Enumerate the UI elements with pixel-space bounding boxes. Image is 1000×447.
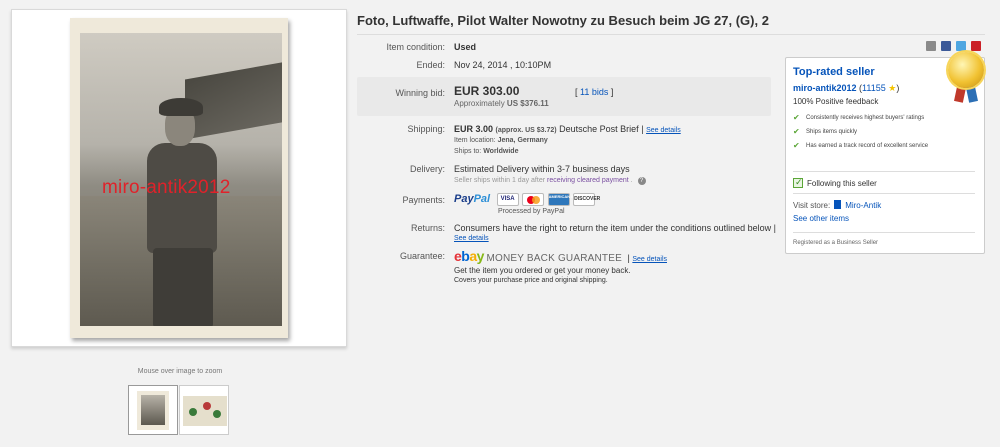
delivery-note: Seller ships within 1 day after receivin… [454,177,646,185]
seller-divider [793,171,975,172]
ships-to: Ships to: Worldwide [454,148,518,155]
guarantee-separator: | [627,253,630,263]
discover-icon: DISCOVER [573,193,600,207]
shipping-service: Deutsche Post Brief [559,124,639,134]
shipping-line: EUR 3.00 (approx. US $3.72) Deutsche Pos… [454,124,681,134]
seller-divider [793,232,975,233]
seller-bullet: ✔ Consistently receives highest buyers' r… [793,113,925,122]
winning-bid-box: Winning bid: EUR 303.00 Approximately US… [357,77,771,116]
positive-feedback: 100% Positive feedback [793,97,879,106]
delivery-note-suffix: . [630,177,633,184]
ended-label: Ended: [416,60,445,70]
approx-prefix: Approximately [454,99,505,108]
visa-icon: VISA [496,193,519,207]
guarantee-see-details-link[interactable]: See details [632,256,667,263]
delivery-estimate: Estimated Delivery within 3-7 business d… [454,164,630,174]
see-other-items-link[interactable]: See other items [793,214,849,223]
store-link[interactable]: Miro-Antik [845,201,881,210]
guarantee-label: Guarantee: [399,251,445,261]
zoom-hint: Mouse over image to zoom [137,368,223,375]
seller-bullet: ✔ Has earned a track record of excellent … [793,141,929,150]
help-icon[interactable]: ? [637,177,646,185]
shipping-see-details-link[interactable]: See details [646,127,681,134]
ships-to-label: Ships to: [454,148,482,155]
follow-label: Following this seller [807,179,877,188]
paypal-logo: PayPal [454,193,491,205]
paypal-processed: Processed by PayPal [498,208,565,215]
seller-bullets: ✔ Consistently receives highest buyers' r… [793,114,978,156]
top-rated-badge-icon [946,52,986,108]
soldier-figure [135,88,230,326]
condition-value: Used [454,42,477,52]
bid-history-link[interactable]: 11 bids [580,87,608,97]
winning-bid-label: Winning bid: [395,88,445,98]
approx-price: Approximately US $376.11 [454,99,549,108]
item-location-label: Item location: [454,137,496,144]
winning-bid-amount: EUR 303.00 [454,84,520,98]
shipping-label: Shipping: [407,124,445,134]
seller-name-line: miro-antik2012 (11155 ★) [793,83,899,94]
seller-username-link[interactable]: miro-antik2012 [793,83,857,93]
ebay-logo: ebay [454,248,484,264]
guarantee-line1: Get the item you ordered or get your mon… [454,266,631,275]
title-divider [357,34,985,35]
returns-label: Returns: [410,223,445,233]
bid-count-open: [ [575,87,578,97]
returns-see-details-link[interactable]: See details [454,235,489,242]
main-image-frame[interactable]: miro-antik2012 [11,9,347,347]
check-icon: ✔ [793,127,800,136]
item-location: Item location: Jena, Germany [454,137,548,144]
item-location-value: Jena, Germany [497,137,548,144]
feedback-close: ) [896,83,900,93]
seller-panel: Top-rated seller miro-antik2012 (11155 ★… [785,52,985,254]
check-icon: ✔ [793,113,800,122]
business-seller-note: Registered as a Business Seller [793,240,879,246]
guarantee-line2: Covers your purchase price and original … [454,277,608,284]
delivery-label: Delivery: [409,164,445,174]
bid-count-close: ] [610,87,614,97]
ships-to-value: Worldwide [483,148,519,155]
seller-bullet: ✔ Ships items quickly [793,127,858,136]
cleared-payment-link[interactable]: receiving cleared payment [547,177,629,184]
shipping-cost: EUR 3.00 [454,124,494,134]
follow-checkbox-icon[interactable] [793,177,803,188]
money-back-guarantee: MONEY BACK GUARANTEE [486,253,622,264]
pinterest-share-icon[interactable] [971,41,981,51]
check-icon: ✔ [793,141,800,150]
visit-store-label: Visit store: [793,201,831,210]
thumbnail-photo [183,396,227,426]
thumbnail-2[interactable] [179,385,229,435]
image-watermark: miro-antik2012 [102,177,231,198]
mastercard-icon [522,193,545,207]
top-rated-heading: Top-rated seller [793,66,875,78]
amex-icon: AMERICAN EXPRESS [547,193,590,207]
figure-cap [159,98,203,116]
figure-legs [153,248,213,326]
condition-label: Item condition: [386,42,445,52]
facebook-share-icon[interactable] [941,41,951,51]
seller-divider [793,193,975,194]
payment-methods: PayPal VISA AMERICAN EXPRESS DISCOVER [454,193,600,207]
payments-label: Payments: [402,195,445,205]
listing-title: Foto, Luftwaffe, Pilot Walter Nowotny zu… [357,13,769,28]
delivery-note-prefix: Seller ships within 1 day after [454,177,546,184]
thumbnail-1[interactable] [128,385,178,435]
bid-count: [ 11 bids ] [575,87,613,97]
email-share-icon[interactable] [926,41,936,51]
approx-value: US $376.11 [506,99,549,108]
store-icon [834,200,842,209]
ended-value: Nov 24, 2014 , 10:10PM [454,60,552,70]
thumbnail-photo [137,391,169,430]
follow-seller-toggle[interactable]: Following this seller [793,177,877,188]
guarantee-line: ebay MONEY BACK GUARANTEE | See details [454,248,667,264]
shipping-approx: (approx. US $3.72) [495,127,557,134]
feedback-score-link[interactable]: 11155 [862,83,886,93]
twitter-share-icon[interactable] [956,41,966,51]
visit-store: Visit store: Miro-Antik [793,200,881,210]
shipping-separator: | [641,124,644,134]
returns-text: Consumers have the right to return the i… [454,223,777,233]
